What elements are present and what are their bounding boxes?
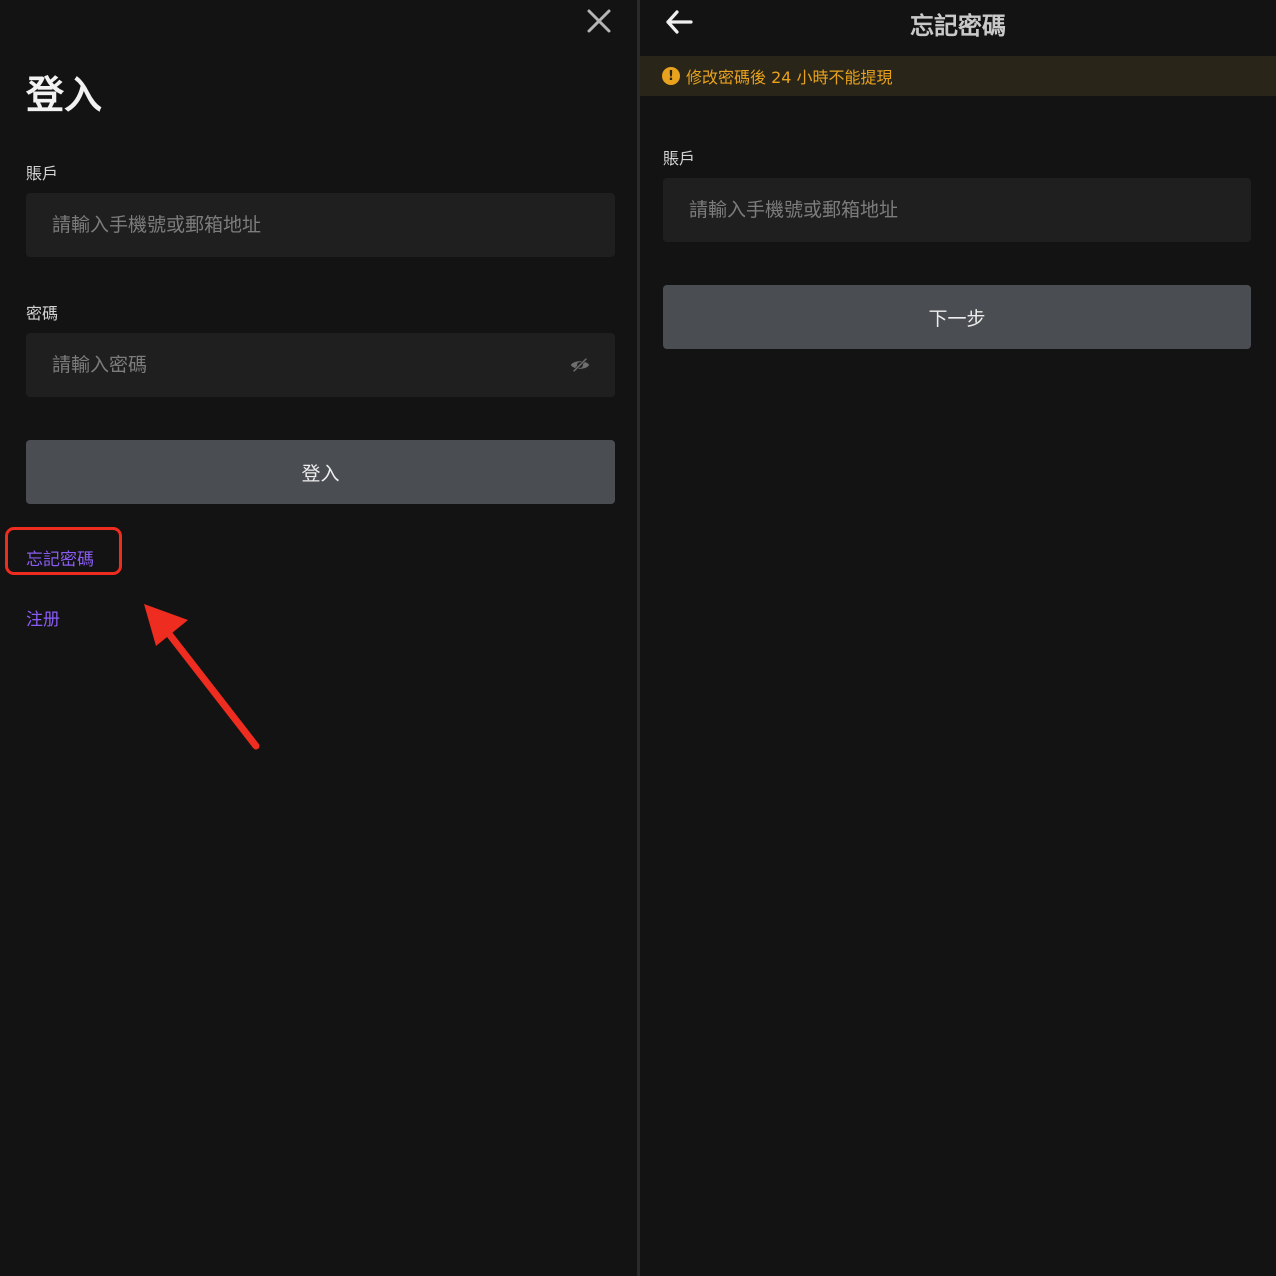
- account-input[interactable]: [50, 213, 591, 237]
- forgot-account-input[interactable]: [687, 198, 1227, 222]
- forgot-account-field[interactable]: [663, 178, 1251, 242]
- page-title: 登入: [26, 73, 103, 117]
- next-step-button[interactable]: 下一步: [663, 285, 1251, 349]
- notice-text: 修改密碼後 24 小時不能提現: [686, 68, 893, 87]
- annotation-highlight-box: [5, 527, 122, 575]
- header-title: 忘記密碼: [910, 12, 1006, 40]
- login-screen: 登入 賬戶 密碼 登入 忘記密碼 注册: [0, 0, 637, 1276]
- register-link[interactable]: 注册: [26, 605, 60, 630]
- notice-banner: ! 修改密碼後 24 小時不能提現: [640, 56, 1276, 96]
- password-label: 密碼: [26, 304, 59, 323]
- password-field[interactable]: [26, 333, 615, 397]
- login-button[interactable]: 登入: [26, 440, 615, 504]
- close-icon: [587, 9, 611, 33]
- eye-off-icon[interactable]: [569, 354, 591, 376]
- account-field[interactable]: [26, 193, 615, 257]
- forgot-account-label: 賬戶: [663, 149, 696, 168]
- close-button[interactable]: [584, 6, 614, 36]
- account-label: 賬戶: [26, 164, 59, 183]
- annotation-arrow-icon: [144, 604, 260, 750]
- password-input[interactable]: [50, 353, 561, 377]
- info-icon: !: [662, 67, 680, 85]
